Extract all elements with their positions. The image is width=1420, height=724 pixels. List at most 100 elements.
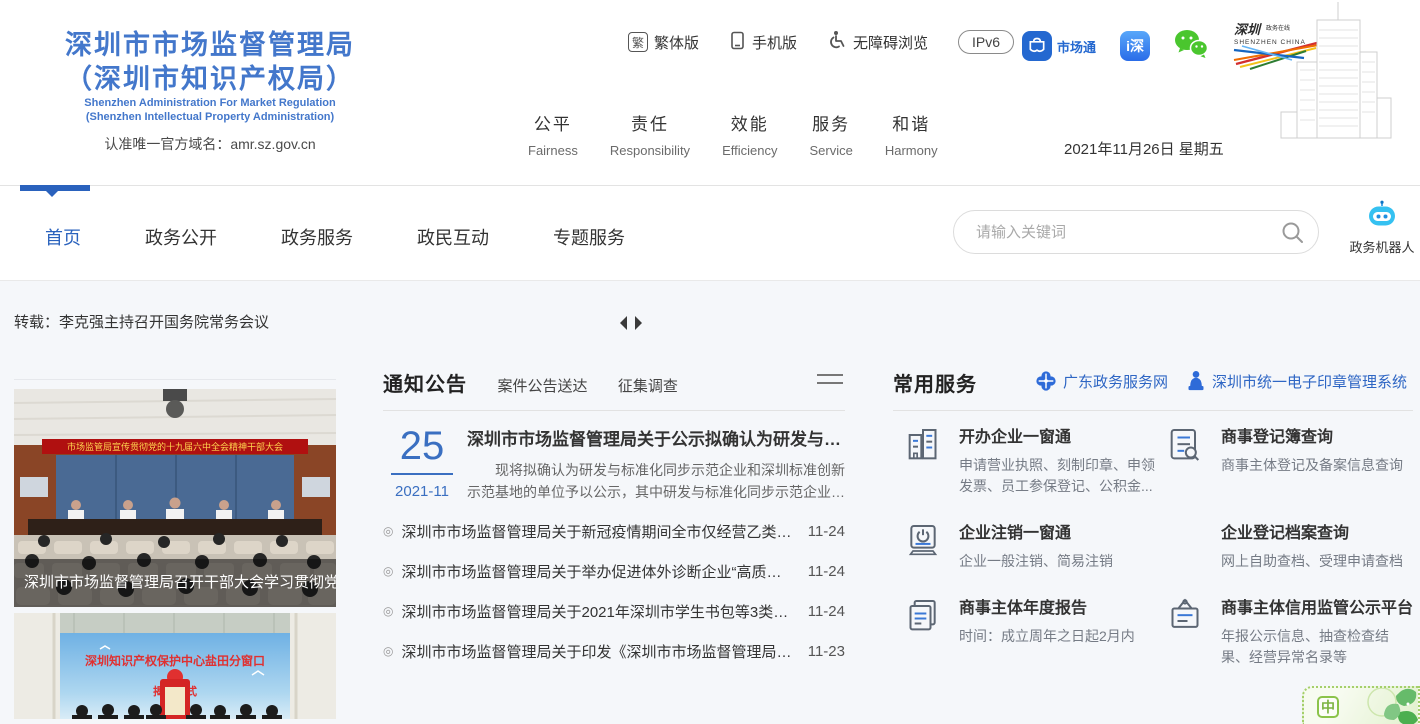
service-registry-search[interactable]: 商事登记簿查询 商事主体登记及备案信息查询 [1165,423,1415,497]
deregister-power-icon [903,519,945,566]
services-grid: 开办企业一窗通 申请营业执照、刻制印章、申领发票、员工参保登记、公积金... [893,423,1413,668]
featured-title[interactable]: 深圳市市场监督管理局关于公示拟确认为研发与标... [467,425,845,450]
value-service: 服务Service [809,110,852,158]
annual-report-icon [903,594,945,641]
site-header: 深圳市市场监督管理局 （深圳市知识产权局） Shenzhen Administr… [0,0,1420,185]
notices-more-icon[interactable] [817,374,843,390]
nav-item-gov-services[interactable]: 政务服务 [281,224,353,250]
value-efficiency: 效能Efficiency [722,110,777,158]
service-archive-search[interactable]: 企业登记档案查询 网上自助查档、受理申请查档 [1165,519,1415,572]
logo-title-line2: （深圳市知识产权局） [28,62,392,96]
featured-day: 25 [383,425,461,467]
value-responsibility: 责任Responsibility [610,110,690,158]
carousel-divider [14,379,336,380]
search-icon[interactable] [1280,220,1306,251]
open-business-icon [903,423,945,470]
robot-icon [1365,200,1399,230]
building-sketch [1260,0,1412,158]
official-domain-note: 认准唯一官方域名：amr.sz.gov.cn [28,134,392,154]
ishenzhen-app-icon: i深 [1120,31,1150,61]
credit-board-icon [1165,594,1207,641]
wechat-link[interactable] [1174,29,1208,64]
service-open-business[interactable]: 开办企业一窗通 申请营业执照、刻制印章、申领发票、员工参保登记、公积金... [903,423,1165,497]
logo-english-line1: Shenzhen Administration For Market Regul… [28,96,392,110]
current-date: 2021年11月26日 星期五 [1064,138,1224,159]
photo-carousel: 市场监管局宣传贯彻党的十九届六中全会精神干部大会 [14,389,336,719]
nav-item-special[interactable]: 专题服务 [553,224,625,250]
shichangtong-app-link[interactable]: 市场通 [1022,31,1096,61]
service-annual-report[interactable]: 商事主体年度报告 时间：成立周年之日起2月内 [903,594,1165,668]
carousel-caption: 深圳市市场监督管理局召开干部大会学习贯彻党的十... [14,559,336,607]
tab-case-announcements[interactable]: 案件公告送达 [497,375,587,396]
bullet-icon: ◎ [383,644,393,658]
robot-label: 政务机器人 [1348,237,1416,256]
icon-placeholder [1165,519,1207,521]
notice-list: ◎ 深圳市市场监督管理局关于新冠疫情期间全市仅经营乙类非... 11-24 ◎ … [383,511,845,671]
services-section: 常用服务 广东政务服务网 [893,368,1413,668]
notice-row[interactable]: ◎ 深圳市市场监督管理局关于印发《深圳市市场监督管理局商... 11-23 [383,631,845,671]
carousel-slide-ceremony[interactable]: 深圳知识产权保护中心盐田分窗口 揭牌仪式 [14,613,336,719]
civilization-widget[interactable]: 中 [1302,686,1420,724]
notice-row[interactable]: ◎ 深圳市市场监督管理局关于2021年深圳市学生书包等3类产... 11-24 [383,591,845,631]
services-title: 常用服务 [893,368,977,397]
notice-row[interactable]: ◎ 深圳市市场监督管理局关于举办促进体外诊断企业“高质量... 11-24 [383,551,845,591]
nav-item-interaction[interactable]: 政民互动 [417,224,489,250]
notice-row[interactable]: ◎ 深圳市市场监督管理局关于新冠疫情期间全市仅经营乙类非... 11-24 [383,511,845,551]
ticker-prev-icon[interactable] [620,316,627,330]
nav-item-home[interactable]: 首页 [45,224,81,250]
main-nav: 首页 政务公开 政务服务 政民互动 专题服务 政务机器人 [0,185,1420,281]
search-input[interactable] [976,212,1276,252]
site-logo[interactable]: 深圳市市场监督管理局 （深圳市知识产权局） Shenzhen Administr… [28,28,392,154]
gov-robot-button[interactable]: 政务机器人 [1348,200,1416,256]
mobile-version-link[interactable]: 手机版 [729,31,797,54]
news-ticker[interactable]: 转载：李克强主持召开国务院常务会议 [14,311,269,332]
logo-title-line1: 深圳市市场监督管理局 [28,28,392,62]
seal-stamp-icon [1186,370,1206,392]
notice-date: 11-24 [808,523,845,540]
notice-date: 11-23 [808,643,845,660]
featured-month: 2021-11 [383,483,461,500]
notices-title: 通知公告 [383,368,467,397]
traditional-chinese-link[interactable]: 繁 繁体版 [628,32,699,53]
bullet-icon: ◎ [383,564,393,578]
wechat-icon [1174,29,1208,64]
e-seal-system-link[interactable]: 深圳市统一电子印章管理系统 [1186,370,1407,392]
notices-section: 通知公告 案件公告送达 征集调查 25 2021-11 深圳市市场监督管理局关于… [383,368,845,671]
ceremony-photo: 深圳知识产权保护中心盐田分窗口 揭牌仪式 [14,613,336,719]
services-header: 常用服务 广东政务服务网 [893,368,1413,411]
registry-search-icon [1165,423,1207,470]
main-content: 转载：李克强主持召开国务院常务会议 [0,281,1420,724]
bullet-icon: ◎ [383,524,393,538]
ticker-next-icon[interactable] [635,316,642,330]
value-fairness: 公平Fairness [528,110,578,158]
core-values: 公平Fairness 责任Responsibility 效能Efficiency… [528,110,938,158]
mobile-icon [729,31,746,54]
service-credit-platform[interactable]: 商事主体信用监管公示平台 年报公示信息、抽查检查结果、经营异常名录等 [1165,594,1415,668]
notice-date: 11-24 [808,603,845,620]
nav-item-gov-info[interactable]: 政务公开 [145,224,217,250]
value-harmony: 和谐Harmony [885,110,938,158]
featured-date: 25 2021-11 [383,425,461,503]
zhong-badge: 中 [1317,696,1339,718]
bullet-icon: ◎ [383,604,393,618]
header-quick-links: 繁 繁体版 手机版 无障碍浏览 IPv6 [628,30,1014,54]
svg-text:深圳: 深圳 [1234,22,1262,37]
gd-flower-icon [1035,370,1057,392]
gd-gov-service-link[interactable]: 广东政务服务网 [1035,370,1168,392]
ishenzhen-app-link[interactable]: i深 [1120,31,1150,61]
ticker-arrows [620,316,642,330]
tab-surveys[interactable]: 征集调查 [618,375,678,396]
svg-text:深圳知识产权保护中心盐田分窗口: 深圳知识产权保护中心盐田分窗口 [85,653,265,668]
service-deregister[interactable]: 企业注销一窗通 企业一般注销、简易注销 [903,519,1165,572]
active-tab-indicator [20,185,90,191]
shichangtong-app-icon [1022,31,1052,61]
logo-english-line2: (Shenzhen Intellectual Property Administ… [28,110,392,124]
page: 深圳市市场监督管理局 （深圳市知识产权局） Shenzhen Administr… [0,0,1420,724]
featured-notice[interactable]: 25 2021-11 深圳市市场监督管理局关于公示拟确认为研发与标... 现将拟… [383,425,845,503]
accessibility-link[interactable]: 无障碍浏览 [827,30,928,54]
ipv6-badge[interactable]: IPv6 [958,30,1014,54]
clover-leaves-icon [1352,686,1420,724]
carousel-slide-meeting[interactable]: 市场监管局宣传贯彻党的十九届六中全会精神干部大会 [14,389,336,607]
featured-summary: 现将拟确认为研发与标准化同步示范企业和深圳标准创新示范基地的单位予以公示，其中研… [467,459,845,503]
notice-date: 11-24 [808,563,845,580]
